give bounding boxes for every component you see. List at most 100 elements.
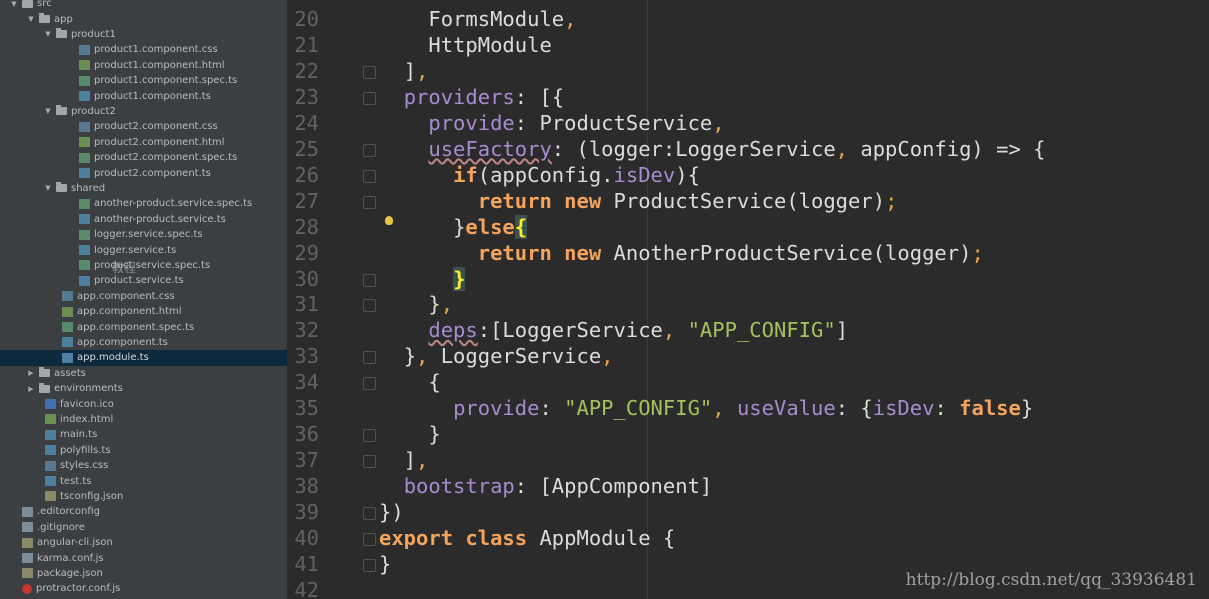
code-line[interactable]: 31 }, <box>287 291 1209 317</box>
tree-file[interactable]: product2.component.spec.ts <box>0 150 287 165</box>
tree-file[interactable]: product.service.ts <box>0 273 287 288</box>
tree-folder[interactable]: ▼ src <box>0 0 287 11</box>
tree-item-label: product1.component.ts <box>94 90 211 102</box>
ico-file-icon <box>45 399 56 410</box>
tree-file[interactable]: package.json <box>0 566 287 581</box>
fold-marker-icon[interactable] <box>363 169 376 183</box>
code-token: if <box>453 162 478 187</box>
tree-item-label: product1.component.html <box>94 59 225 71</box>
tree-file[interactable]: product1.component.ts <box>0 88 287 103</box>
ts-file-icon <box>79 168 90 179</box>
tree-folder[interactable]: ▶ assets <box>0 366 287 381</box>
tree-file[interactable]: .editorconfig <box>0 504 287 519</box>
chevron-down-icon[interactable]: ▼ <box>43 184 53 192</box>
code-line[interactable]: 24 provide: ProductService, <box>287 110 1209 136</box>
code-line[interactable]: 27 return new ProductService(logger); <box>287 188 1209 214</box>
code-line[interactable]: 22 ], <box>287 58 1209 84</box>
tree-file[interactable]: tsconfig.json <box>0 489 287 504</box>
tree-file[interactable]: app.component.css <box>0 289 287 304</box>
code-token: : { <box>835 396 873 421</box>
fold-marker-icon[interactable] <box>363 299 376 313</box>
code-line[interactable]: 26 if(appConfig.isDev){ <box>287 162 1209 188</box>
tree-folder[interactable]: ▼ product2 <box>0 104 287 119</box>
code-line[interactable]: 36 } <box>287 421 1209 447</box>
css-file-icon <box>45 460 56 471</box>
code-line[interactable]: 29 return new AnotherProductService(logg… <box>287 240 1209 266</box>
code-line[interactable]: 25 useFactory: (logger:LoggerService, ap… <box>287 136 1209 162</box>
code-line[interactable]: 33 }, LoggerService, <box>287 343 1209 369</box>
lightbulb-icon[interactable] <box>385 216 393 225</box>
tree-file[interactable]: logger.service.ts <box>0 242 287 257</box>
fold-marker-icon[interactable] <box>363 351 376 365</box>
tree-folder[interactable]: ▶ environments <box>0 381 287 396</box>
fold-marker-icon[interactable] <box>363 377 376 391</box>
fold-marker-icon[interactable] <box>363 195 376 209</box>
chevron-down-icon[interactable]: ▼ <box>26 15 36 23</box>
code-line[interactable]: 23 providers: [{ <box>287 84 1209 110</box>
code-line[interactable]: 32 deps:[LoggerService, "APP_CONFIG"] <box>287 317 1209 343</box>
code-line[interactable]: 30 } <box>287 266 1209 292</box>
tree-file[interactable]: .gitignore <box>0 520 287 535</box>
tree-folder[interactable]: ▼ app <box>0 11 287 26</box>
tree-file[interactable]: app.component.ts <box>0 335 287 350</box>
tree-file[interactable]: karma.conf.js <box>0 550 287 565</box>
fold-marker-icon[interactable] <box>363 507 376 521</box>
tree-file[interactable]: angular-cli.json <box>0 535 287 550</box>
tree-file[interactable]: product2.component.html <box>0 135 287 150</box>
code-line[interactable]: 35 provide: "APP_CONFIG", useValue: {isD… <box>287 395 1209 421</box>
tree-file[interactable]: app.component.spec.ts <box>0 319 287 334</box>
fold-marker-icon[interactable] <box>363 65 376 79</box>
code-line[interactable]: 39}) <box>287 499 1209 525</box>
code-line[interactable]: 38 bootstrap: [AppComponent] <box>287 473 1209 499</box>
chevron-down-icon[interactable]: ▼ <box>43 30 53 38</box>
chevron-down-icon[interactable]: ▼ <box>9 0 19 8</box>
tree-file[interactable]: polyfills.ts <box>0 443 287 458</box>
fold-marker-icon[interactable] <box>363 558 376 572</box>
fold-marker-icon[interactable] <box>363 91 376 105</box>
tree-file[interactable]: favicon.ico <box>0 396 287 411</box>
tree-file[interactable]: protractor.conf.js <box>0 581 287 596</box>
tree-file[interactable]: product1.component.spec.ts <box>0 73 287 88</box>
tree-file[interactable]: product.service.spec.ts <box>0 258 287 273</box>
tree-file[interactable]: product1.component.html <box>0 58 287 73</box>
tree-file[interactable]: product1.component.css <box>0 42 287 57</box>
chevron-down-icon[interactable]: ▼ <box>43 107 53 115</box>
tree-file[interactable]: styles.css <box>0 458 287 473</box>
code-line[interactable]: 40 export class AppModule { <box>287 525 1209 551</box>
code-token: deps <box>428 318 478 343</box>
line-number: 31 <box>294 292 319 317</box>
tree-file[interactable]: index.html <box>0 412 287 427</box>
tree-folder[interactable]: ▼ product1 <box>0 27 287 42</box>
tree-file[interactable]: product2.component.ts <box>0 165 287 180</box>
tree-item-label: karma.conf.js <box>37 552 104 564</box>
code-line[interactable]: 28 }else{ <box>287 214 1209 240</box>
tree-file[interactable]: another-product.service.ts <box>0 212 287 227</box>
fold-marker-icon[interactable] <box>363 533 376 546</box>
chevron-right-icon[interactable]: ▶ <box>26 369 36 377</box>
json-file-icon <box>22 537 33 548</box>
line-number: 30 <box>294 266 319 291</box>
code-line[interactable]: 37 ], <box>287 447 1209 473</box>
fold-marker-icon[interactable] <box>363 455 376 469</box>
chevron-right-icon[interactable]: ▶ <box>26 385 36 393</box>
tree-file[interactable]: app.module.ts <box>0 350 287 366</box>
code-editor[interactable]: 20 FormsModule, 21 HttpModule 22 ], 23 prov… <box>287 0 1209 599</box>
tree-file[interactable]: another-product.service.spec.ts <box>0 196 287 211</box>
tree-item-label: assets <box>54 367 86 379</box>
tree-file[interactable]: logger.service.spec.ts <box>0 227 287 242</box>
project-tree[interactable]: ▼ src ▼ app ▼ product1 product1.component.css p… <box>0 0 287 599</box>
tree-file[interactable]: app.component.html <box>0 304 287 319</box>
tree-file[interactable]: test.ts <box>0 473 287 488</box>
plain-file-icon <box>22 553 33 564</box>
fold-marker-icon[interactable] <box>363 429 376 443</box>
fold-marker-icon[interactable] <box>363 143 376 157</box>
code-line[interactable]: 21 HttpModule <box>287 32 1209 58</box>
fold-marker-icon[interactable] <box>363 273 376 287</box>
tree-file[interactable]: main.ts <box>0 427 287 442</box>
code-line[interactable]: 34 { <box>287 369 1209 395</box>
tree-file[interactable]: product2.component.css <box>0 119 287 134</box>
code-line[interactable]: 20 FormsModule, <box>287 6 1209 32</box>
tree-folder[interactable]: ▼ shared <box>0 181 287 196</box>
